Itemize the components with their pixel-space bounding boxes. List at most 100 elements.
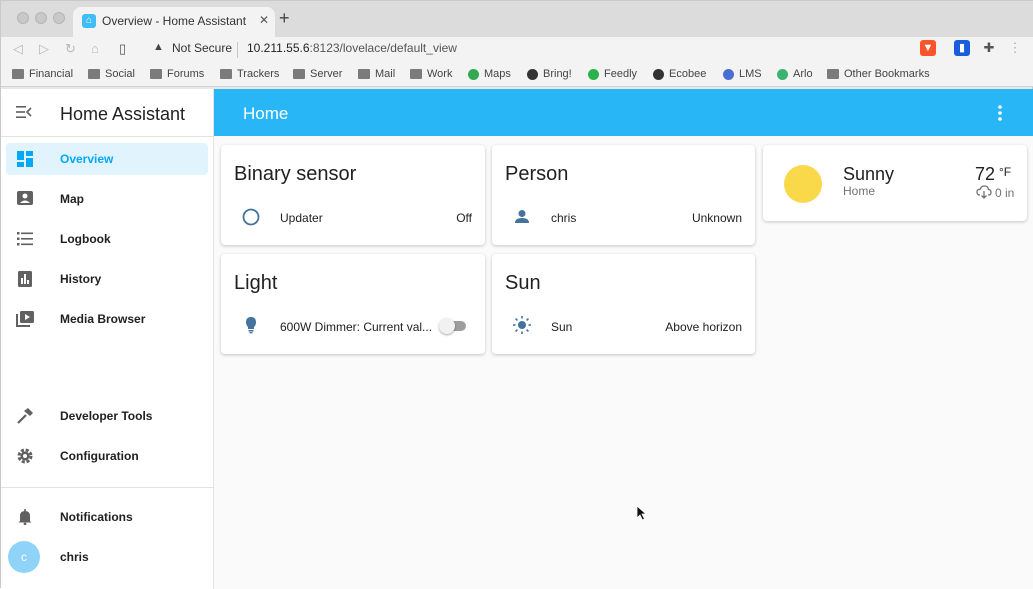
bookmark-forums[interactable]: Forums [150,68,204,80]
bookmark-ecobee[interactable]: Ecobee [653,68,706,80]
url-field[interactable]: 10.211.55.6:8123/lovelace/default_view [247,41,457,55]
sidebar-title: Home Assistant [60,104,186,124]
view-dashboard-icon [17,151,33,167]
bookmark-icon[interactable]: ▯ [119,41,126,57]
home-icon[interactable]: ⌂ [91,41,99,56]
home-assistant-app: Home Assistant Overview Map Logbook Hist… [1,89,1033,589]
app-toolbar: Home [214,89,1033,136]
light-card: Light 600W Dimmer: Current val... [221,254,485,354]
feedly-icon [588,68,599,80]
bookmarks-bar: Financial Social Forums Trackers Server … [1,63,1033,87]
sidebar-item-logbook[interactable]: Logbook [6,223,208,255]
bell-icon [18,509,32,525]
bookmark-server[interactable]: Server [293,68,342,80]
bookmark-trackers[interactable]: Trackers [220,68,279,80]
maximize-window-button[interactable] [53,12,65,24]
bookmark-maps[interactable]: Maps [468,68,511,80]
sunny-weather-icon [784,165,822,203]
hammer-icon [17,408,33,424]
menu-collapse-icon[interactable] [15,103,33,121]
entity-name[interactable]: 600W Dimmer: Current val... [280,320,432,334]
sidebar-item-label: Overview [60,152,114,166]
sidebar-item-media-browser[interactable]: Media Browser [6,303,208,335]
bookmark-feedly[interactable]: Feedly [588,68,637,80]
lightbulb-icon[interactable] [241,315,261,335]
white-balance-sunny-icon[interactable] [512,315,532,335]
card-title: Person [505,163,569,185]
back-icon[interactable]: ◁ [13,41,23,57]
extensions-icon[interactable]: ✚ [981,40,997,56]
bookmark-bring[interactable]: Bring! [527,68,572,80]
sidebar-item-overview[interactable]: Overview [6,143,208,175]
forward-icon[interactable]: ▷ [39,41,49,57]
page-title: Home [243,104,289,123]
url-host: 10.211.55.6 [247,41,310,55]
checkbox-blank-circle-outline-icon[interactable] [241,207,261,227]
sidebar-header: Home Assistant [1,89,214,137]
folder-icon [88,69,100,79]
bookmark-mail[interactable]: Mail [358,68,395,80]
sidebar-item-map[interactable]: Map [6,183,208,215]
browser-tab[interactable]: ⌂ Overview - Home Assistant ✕ [73,7,275,37]
entity-name[interactable]: chris [551,211,576,225]
reload-icon[interactable]: ↻ [65,41,76,57]
logbook-icon [17,232,33,246]
weather-temperature: 72 [975,164,996,184]
sidebar-item-notifications[interactable]: Notifications [6,501,208,533]
sidebar-item-label: History [60,272,102,286]
minimize-window-button[interactable] [35,12,47,24]
folder-icon [827,69,839,79]
weather-card[interactable]: Sunny Home 72 °F 0 in [763,145,1027,221]
light-toggle-switch[interactable] [439,318,455,334]
ecobee-icon [653,68,664,80]
warning-icon[interactable]: ▲ [153,41,164,53]
mouse-cursor-icon [636,505,648,521]
close-window-button[interactable] [17,12,29,24]
sidebar-item-label: Media Browser [60,312,146,326]
binary-sensor-card: Binary sensor Updater Off [221,145,485,245]
bookmark-financial[interactable]: Financial [12,68,73,80]
entity-state: Off [456,211,472,225]
media-browser-icon [16,311,34,327]
weather-location: Home [843,184,876,198]
folder-icon [150,69,162,79]
entity-name[interactable]: Updater [280,211,323,225]
bitwarden-icon[interactable]: ▮ [954,40,970,56]
cloud-precipitation-icon [976,185,992,199]
sidebar-item-label: Developer Tools [60,409,153,423]
sidebar: Home Assistant Overview Map Logbook Hist… [1,89,214,589]
weather-precipitation: 0 in [995,186,1015,200]
folder-icon [293,69,305,79]
account-icon[interactable] [512,207,532,227]
entity-name[interactable]: Sun [551,320,572,334]
sidebar-item-history[interactable]: History [6,263,208,295]
more-options-icon[interactable] [996,103,1004,123]
folder-icon [358,69,370,79]
sun-card: Sun Sun Above horizon [492,254,755,354]
entity-state: Unknown [691,211,742,225]
divider [237,42,238,58]
gear-icon [17,448,33,464]
bookmark-other[interactable]: Other Bookmarks [827,68,930,80]
brave-shield-icon[interactable]: ▼ [920,40,936,56]
menu-icon[interactable]: ⋮ [1007,40,1023,56]
tab-title: Overview - Home Assistant [102,14,247,28]
sidebar-item-label: chris [60,550,89,564]
card-title: Binary sensor [234,163,357,185]
sidebar-item-label: Map [60,192,84,206]
maps-pin-icon [468,68,479,80]
tab-close-icon[interactable]: ✕ [259,13,269,27]
folder-icon [12,69,24,79]
bookmark-social[interactable]: Social [88,68,135,80]
not-secure-label[interactable]: Not Secure [172,41,232,55]
folder-icon [220,69,232,79]
bookmark-work[interactable]: Work [410,68,452,80]
folder-icon [410,69,422,79]
sidebar-item-developer-tools[interactable]: Developer Tools [6,400,208,432]
bookmark-lms[interactable]: LMS [723,68,762,80]
history-chart-icon [18,271,32,287]
bookmark-arlo[interactable]: Arlo [777,68,813,80]
sidebar-item-profile[interactable]: chris [6,541,208,573]
new-tab-button[interactable]: + [279,9,290,27]
sidebar-item-configuration[interactable]: Configuration [6,440,208,472]
